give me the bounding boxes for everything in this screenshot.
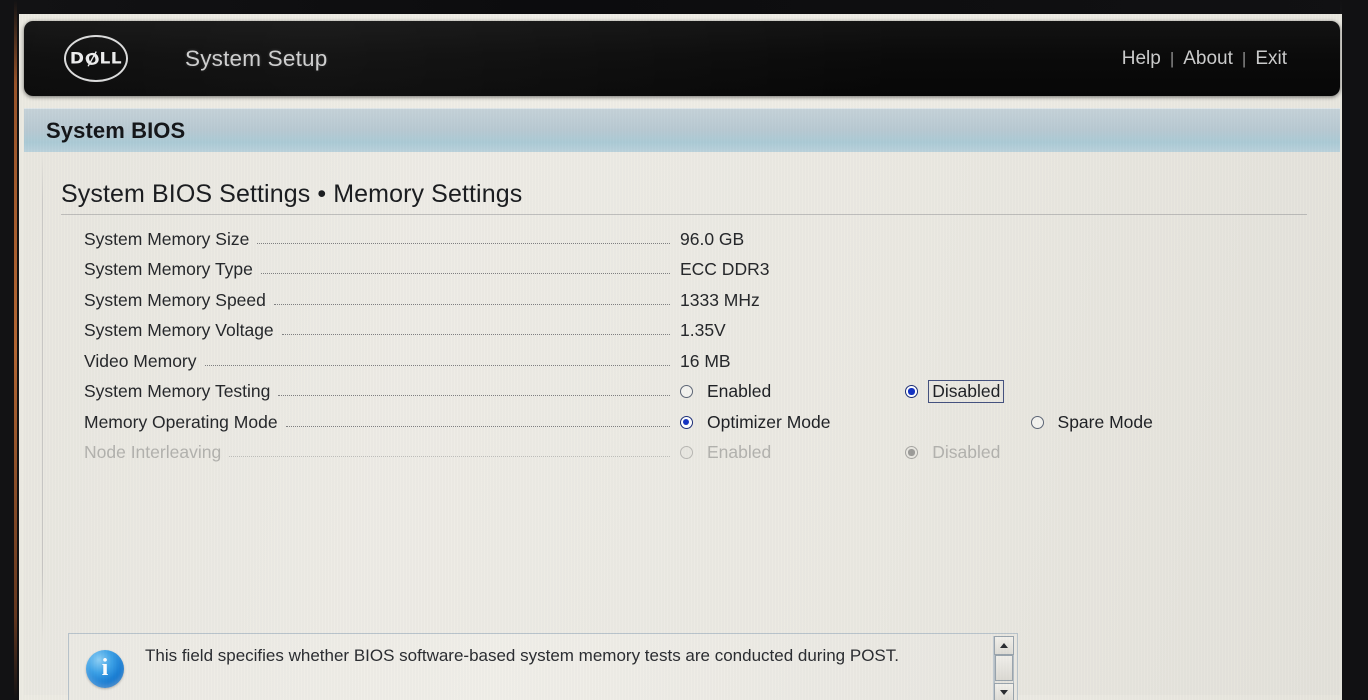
titlebar-nav: Help | About | Exit bbox=[1113, 48, 1296, 70]
page-title: System BIOS Settings • Memory Settings bbox=[61, 180, 523, 208]
nav-link-help[interactable]: Help bbox=[1113, 48, 1170, 70]
scroll-down-arrow-icon bbox=[1000, 690, 1008, 695]
help-text: This field specifies whether BIOS softwa… bbox=[145, 646, 899, 665]
setting-label-system-memory-size: System Memory Size bbox=[84, 228, 250, 249]
setting-value-system-memory-size: 96.0 GB bbox=[680, 228, 745, 249]
setting-label-node-interleaving: Node Interleaving bbox=[84, 442, 222, 463]
title-bar: DØLL System Setup Help | About | Exit bbox=[24, 21, 1340, 96]
leader-dots bbox=[278, 395, 670, 397]
setting-value-system-memory-speed: 1333 MHz bbox=[680, 289, 760, 310]
setting-row-system-memory-size: System Memory Size 96.0 GB bbox=[24, 224, 1340, 255]
setting-value-memory-operating-mode: Optimizer Mode Spare Mode bbox=[680, 411, 1340, 434]
setting-value-system-memory-type: ECC DDR3 bbox=[680, 259, 770, 280]
radio-dot-icon bbox=[1030, 415, 1044, 429]
setting-row-node-interleaving: Node Interleaving Enabled Disabled bbox=[24, 438, 1340, 469]
settings-list: System Memory Size 96.0 GB System Memory T… bbox=[24, 224, 1340, 468]
scroll-up-arrow-button[interactable] bbox=[994, 636, 1014, 655]
radio-dot-icon bbox=[680, 415, 693, 429]
setting-label-memory-operating-mode: Memory Operating Mode bbox=[84, 411, 278, 432]
setting-row-system-memory-speed: System Memory Speed 1333 MHz bbox=[24, 285, 1340, 316]
leader-dots bbox=[260, 273, 670, 275]
setting-row-video-memory: Video Memory 16 MB bbox=[24, 346, 1340, 377]
radio-dot-icon bbox=[905, 446, 919, 460]
setting-label-video-memory: Video Memory bbox=[84, 350, 197, 371]
setting-label-system-memory-testing: System Memory Testing bbox=[84, 381, 271, 402]
scroll-up-arrow-icon bbox=[1000, 643, 1008, 648]
title-divider bbox=[61, 214, 1307, 215]
section-tab-system-bios[interactable]: System BIOS bbox=[24, 108, 1340, 152]
radio-label: Disabled bbox=[932, 442, 1001, 463]
scrollbar-track[interactable] bbox=[994, 655, 1014, 683]
dell-logo: DØLL bbox=[64, 35, 128, 82]
help-panel: i This field specifies whether BIOS soft… bbox=[68, 633, 1018, 700]
setting-row-system-memory-type: System Memory Type ECC DDR3 bbox=[24, 255, 1340, 286]
photographed-monitor: DØLL System Setup Help | About | Exit Sy… bbox=[0, 0, 1368, 700]
radio-label: Enabled bbox=[707, 381, 772, 402]
setting-value-system-memory-testing: Enabled Disabled bbox=[680, 380, 1340, 404]
radio-label: Spare Mode bbox=[1057, 411, 1153, 432]
radio-memory-operating-mode-optimizer-mode[interactable]: Optimizer Mode bbox=[680, 411, 835, 434]
dell-logo-ll: LL bbox=[99, 49, 123, 68]
setting-label-system-memory-voltage: System Memory Voltage bbox=[84, 320, 274, 341]
setting-value-system-memory-voltage: 1.35V bbox=[680, 320, 726, 341]
setting-row-system-memory-testing[interactable]: System Memory Testing Enabled Disabled bbox=[24, 377, 1340, 408]
dell-logo-text: DØLL bbox=[70, 48, 123, 70]
info-icon-glyph: i bbox=[101, 655, 109, 681]
radio-dot-icon bbox=[905, 385, 919, 399]
radio-system-memory-testing-disabled[interactable]: Disabled bbox=[905, 380, 1005, 404]
radio-label: Enabled bbox=[707, 442, 772, 463]
leader-dots bbox=[285, 425, 670, 427]
nav-link-about[interactable]: About bbox=[1174, 48, 1242, 70]
leader-dots bbox=[281, 334, 670, 336]
radio-label: Disabled bbox=[928, 380, 1005, 404]
leader-dots bbox=[257, 242, 670, 244]
leader-dots bbox=[229, 456, 670, 458]
setting-row-system-memory-voltage: System Memory Voltage 1.35V bbox=[24, 316, 1340, 347]
scroll-down-arrow-button[interactable] bbox=[994, 683, 1014, 700]
bios-screen: DØLL System Setup Help | About | Exit Sy… bbox=[19, 14, 1342, 700]
radio-node-interleaving-disabled: Disabled bbox=[905, 441, 1004, 464]
radio-group-system-memory-testing: Enabled Disabled bbox=[680, 380, 1005, 404]
setting-value-node-interleaving: Enabled Disabled bbox=[680, 441, 1340, 464]
setting-row-memory-operating-mode[interactable]: Memory Operating Mode Optimizer Mode Spare… bbox=[24, 407, 1340, 438]
radio-dot-icon bbox=[680, 446, 693, 460]
radio-node-interleaving-enabled: Enabled bbox=[680, 441, 775, 464]
radio-memory-operating-mode-spare-mode[interactable]: Spare Mode bbox=[1030, 411, 1157, 434]
radio-group-memory-operating-mode: Optimizer Mode Spare Mode bbox=[680, 411, 1157, 434]
app-title: System Setup bbox=[185, 45, 328, 71]
info-icon: i bbox=[86, 650, 124, 688]
nav-link-exit[interactable]: Exit bbox=[1246, 48, 1296, 70]
radio-group-node-interleaving: Enabled Disabled bbox=[680, 441, 1004, 464]
bezel-edge-left bbox=[14, 0, 17, 700]
setting-label-system-memory-speed: System Memory Speed bbox=[84, 289, 266, 310]
radio-dot-icon bbox=[680, 385, 693, 399]
radio-system-memory-testing-enabled[interactable]: Enabled bbox=[680, 380, 775, 403]
setting-label-system-memory-type: System Memory Type bbox=[84, 259, 253, 280]
radio-label: Optimizer Mode bbox=[707, 411, 831, 432]
scrollbar-thumb[interactable] bbox=[995, 655, 1013, 681]
leader-dots bbox=[204, 364, 670, 366]
setting-value-video-memory: 16 MB bbox=[680, 350, 731, 371]
leader-dots bbox=[273, 303, 670, 305]
content-area: System BIOS Settings • Memory Settings S… bbox=[24, 152, 1340, 700]
help-scrollbar[interactable] bbox=[993, 636, 1015, 700]
section-tab-label: System BIOS bbox=[46, 117, 186, 143]
